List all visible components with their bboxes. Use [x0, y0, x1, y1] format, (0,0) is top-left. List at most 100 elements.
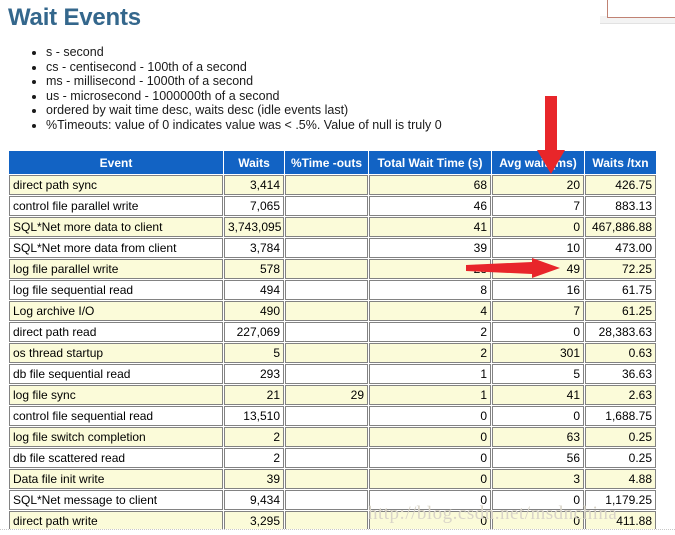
cell-event: direct path sync — [9, 175, 223, 195]
table-row: db file scattered read 2 0 56 0.25 — [9, 448, 656, 468]
table-header-row: Event Waits %Time -outs Total Wait Time … — [9, 151, 656, 174]
cell-waits: 3,414 — [224, 175, 284, 195]
cell-waits: 13,510 — [224, 406, 284, 426]
cell-total-wait: 0 — [369, 511, 491, 531]
cell-waits: 3,295 — [224, 511, 284, 531]
cell-avg-wait: 7 — [492, 196, 584, 216]
cell-event: direct path write — [9, 511, 223, 531]
cell-waits: 5 — [224, 343, 284, 363]
column-header-total-wait[interactable]: Total Wait Time (s) — [369, 151, 491, 174]
cell-avg-wait: 0 — [492, 322, 584, 342]
cell-waits: 2 — [224, 427, 284, 447]
cell-total-wait: 0 — [369, 469, 491, 489]
cell-time-outs — [285, 406, 368, 426]
cell-event: os thread startup — [9, 343, 223, 363]
cell-total-wait: 0 — [369, 406, 491, 426]
cell-waits-per-txn: 0.25 — [585, 448, 656, 468]
cell-time-outs: 29 — [285, 385, 368, 405]
cell-total-wait: 4 — [369, 301, 491, 321]
cell-time-outs — [285, 238, 368, 258]
cell-waits-per-txn: 0.25 — [585, 427, 656, 447]
cell-waits-per-txn: 61.25 — [585, 301, 656, 321]
cell-avg-wait: 49 — [492, 259, 584, 279]
cell-time-outs — [285, 511, 368, 531]
cell-waits: 293 — [224, 364, 284, 384]
cell-waits: 227,069 — [224, 322, 284, 342]
top-right-partial-widget[interactable]: ◡ — [607, 0, 675, 18]
bottom-edge-divider — [0, 529, 675, 535]
cell-event: control file sequential read — [9, 406, 223, 426]
cell-time-outs — [285, 427, 368, 447]
cell-total-wait: 2 — [369, 343, 491, 363]
cell-waits-per-txn: 72.25 — [585, 259, 656, 279]
list-item: cs - centisecond - 100th of a second — [46, 60, 442, 75]
table-row: SQL*Net more data from client 3,784 39 10 47… — [9, 238, 656, 258]
column-header-avg-wait[interactable]: Avg wait (ms) — [492, 151, 584, 174]
column-header-time-outs[interactable]: %Time -outs — [285, 151, 368, 174]
column-header-waits-per-txn[interactable]: Waits /txn — [585, 151, 656, 174]
cell-event: Data file init write — [9, 469, 223, 489]
cell-waits: 3,784 — [224, 238, 284, 258]
table-row: direct path read 227,069 2 0 28,383.63 — [9, 322, 656, 342]
cell-event: log file sequential read — [9, 280, 223, 300]
legend-notes-list: s - second cs - centisecond - 100th of a… — [26, 45, 442, 132]
cell-total-wait: 2 — [369, 322, 491, 342]
table-row: SQL*Net message to client 9,434 0 0 1,179.25 — [9, 490, 656, 510]
table-row: os thread startup 5 2 301 0.63 — [9, 343, 656, 363]
cell-waits-per-txn: 467,886.88 — [585, 217, 656, 237]
table-row: control file sequential read 13,510 0 0 1,68… — [9, 406, 656, 426]
cell-avg-wait: 20 — [492, 175, 584, 195]
cell-avg-wait: 63 — [492, 427, 584, 447]
cell-time-outs — [285, 490, 368, 510]
cell-total-wait: 0 — [369, 427, 491, 447]
cell-waits: 7,065 — [224, 196, 284, 216]
cell-time-outs — [285, 280, 368, 300]
column-header-event[interactable]: Event — [9, 151, 223, 174]
cell-waits: 3,743,095 — [224, 217, 284, 237]
cell-event: db file sequential read — [9, 364, 223, 384]
cell-time-outs — [285, 196, 368, 216]
table-row: SQL*Net more data to client 3,743,095 41 0 4… — [9, 217, 656, 237]
cell-waits: 2 — [224, 448, 284, 468]
cell-avg-wait: 16 — [492, 280, 584, 300]
cell-event: log file switch completion — [9, 427, 223, 447]
cell-event: SQL*Net more data from client — [9, 238, 223, 258]
cell-avg-wait: 0 — [492, 511, 584, 531]
column-header-waits[interactable]: Waits — [224, 151, 284, 174]
cell-total-wait: 41 — [369, 217, 491, 237]
wait-events-table: Event Waits %Time -outs Total Wait Time … — [8, 150, 657, 532]
cell-time-outs — [285, 322, 368, 342]
table-body: direct path sync 3,414 68 20 426.75 control f… — [9, 175, 656, 531]
table-row: log file sequential read 494 8 16 61.75 — [9, 280, 656, 300]
table-row: direct path write 3,295 0 0 411.88 — [9, 511, 656, 531]
cell-time-outs — [285, 469, 368, 489]
table-row: Log archive I/O 490 4 7 61.25 — [9, 301, 656, 321]
cell-waits-per-txn: 883.13 — [585, 196, 656, 216]
cell-time-outs — [285, 259, 368, 279]
cell-event: control file parallel write — [9, 196, 223, 216]
page-title: Wait Events — [8, 4, 141, 31]
cell-total-wait: 1 — [369, 364, 491, 384]
table-row: log file switch completion 2 0 63 0.25 — [9, 427, 656, 447]
cell-avg-wait: 41 — [492, 385, 584, 405]
cell-event: Log archive I/O — [9, 301, 223, 321]
cell-total-wait: 39 — [369, 238, 491, 258]
cell-time-outs — [285, 448, 368, 468]
cell-avg-wait: 7 — [492, 301, 584, 321]
cell-avg-wait: 56 — [492, 448, 584, 468]
cell-total-wait: 0 — [369, 448, 491, 468]
cell-waits-per-txn: 0.63 — [585, 343, 656, 363]
cell-waits-per-txn: 1,179.25 — [585, 490, 656, 510]
table-row: Data file init write 39 0 3 4.88 — [9, 469, 656, 489]
cell-time-outs — [285, 301, 368, 321]
cell-avg-wait: 301 — [492, 343, 584, 363]
cell-total-wait: 28 — [369, 259, 491, 279]
table-row: control file parallel write 7,065 46 7 883.1… — [9, 196, 656, 216]
cell-waits: 39 — [224, 469, 284, 489]
cell-event: log file sync — [9, 385, 223, 405]
cell-event: SQL*Net message to client — [9, 490, 223, 510]
cell-event: direct path read — [9, 322, 223, 342]
table-row: log file sync 21 29 1 41 2.63 — [9, 385, 656, 405]
cell-waits: 494 — [224, 280, 284, 300]
cell-waits-per-txn: 36.63 — [585, 364, 656, 384]
